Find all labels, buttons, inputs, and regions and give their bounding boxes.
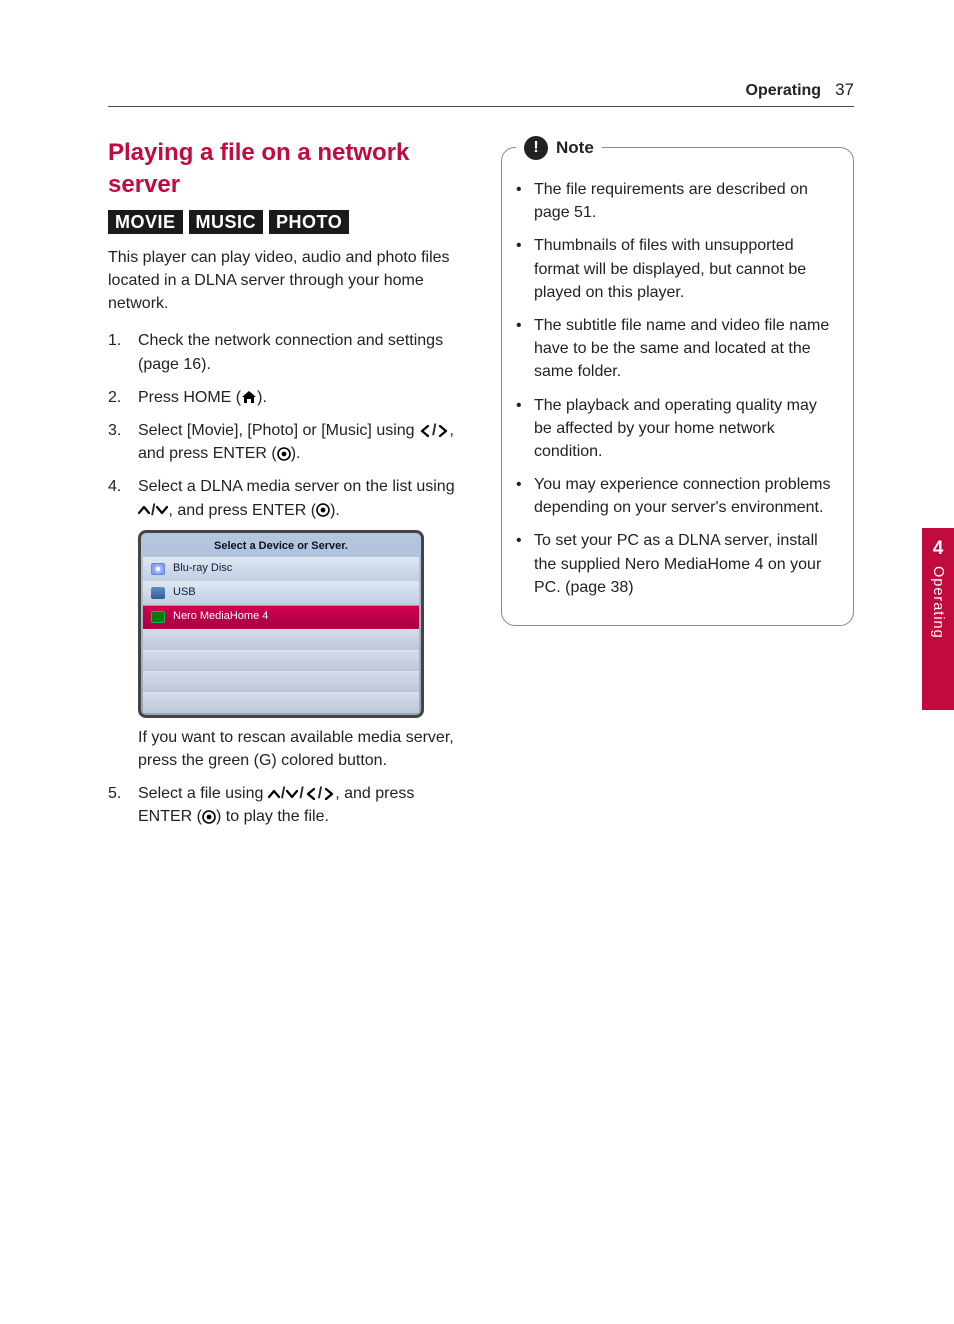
right-column: ! Note •The file requirements are descri… bbox=[501, 137, 854, 839]
enter-icon bbox=[202, 810, 216, 824]
screen-row-empty bbox=[143, 671, 419, 692]
left-column: Playing a file on a network server MOVIE… bbox=[108, 137, 461, 839]
enter-icon bbox=[277, 447, 291, 461]
step-text: Check the network connection and setting… bbox=[138, 329, 461, 375]
note-list: •The file requirements are described on … bbox=[516, 178, 839, 599]
bullet-icon: • bbox=[516, 234, 524, 304]
row-label: Blu-ray Disc bbox=[173, 561, 232, 577]
screen-title: Select a Device or Server. bbox=[143, 535, 419, 557]
tag-photo: PHOTO bbox=[269, 210, 349, 234]
step-1: 1. Check the network connection and sett… bbox=[108, 329, 461, 375]
note-item: •Thumbnails of files with unsupported fo… bbox=[516, 234, 839, 304]
note-item: •You may experience connection problems … bbox=[516, 473, 839, 519]
text-fragment: ). bbox=[330, 502, 340, 519]
step-4: 4. Select a DLNA media server on the lis… bbox=[108, 475, 461, 772]
device-selector-screenshot: Select a Device or Server. Blu-ray Disc … bbox=[138, 530, 424, 718]
step-number: 4. bbox=[108, 475, 126, 772]
bullet-icon: • bbox=[516, 473, 524, 519]
text-fragment: ). bbox=[291, 445, 301, 462]
row-label: Nero MediaHome 4 bbox=[173, 609, 268, 625]
chapter-side-tab: 4 Operating bbox=[922, 528, 954, 710]
note-box: ! Note •The file requirements are descri… bbox=[501, 147, 854, 626]
note-item: •To set your PC as a DLNA server, instal… bbox=[516, 529, 839, 599]
bullet-icon: • bbox=[516, 314, 524, 384]
step-number: 5. bbox=[108, 782, 126, 829]
step-2: 2. Press HOME (). bbox=[108, 386, 461, 409]
enter-icon bbox=[316, 503, 330, 517]
text-fragment: Select [Movie], [Photo] or [Music] using bbox=[138, 422, 419, 439]
bullet-icon: • bbox=[516, 529, 524, 599]
step-subtext: If you want to rescan available media se… bbox=[138, 726, 461, 772]
text-fragment: ). bbox=[257, 389, 267, 406]
note-item: •The file requirements are described on … bbox=[516, 178, 839, 224]
step-5: 5. Select a file using ///, and press EN… bbox=[108, 782, 461, 829]
section-title: Playing a file on a network server bbox=[108, 137, 461, 202]
text-fragment: Select a DLNA media server on the list u… bbox=[138, 478, 455, 495]
screen-row-empty bbox=[143, 650, 419, 671]
text-fragment: , and press ENTER ( bbox=[168, 502, 316, 519]
step-text: Press HOME (). bbox=[138, 386, 461, 409]
note-badge-icon: ! bbox=[524, 136, 548, 160]
note-text: The file requirements are described on p… bbox=[534, 178, 839, 224]
note-item: •The subtitle file name and video file n… bbox=[516, 314, 839, 384]
note-header: ! Note bbox=[516, 136, 602, 160]
row-label: USB bbox=[173, 585, 196, 601]
content-columns: Playing a file on a network server MOVIE… bbox=[108, 137, 854, 839]
note-text: The playback and operating quality may b… bbox=[534, 394, 839, 464]
bullet-icon: • bbox=[516, 394, 524, 464]
side-tab-label: Operating bbox=[930, 566, 946, 639]
all-arrows-icon: /// bbox=[268, 782, 335, 805]
bullet-icon: • bbox=[516, 178, 524, 224]
disc-icon bbox=[151, 563, 165, 575]
note-title: Note bbox=[556, 138, 594, 158]
step-text: Select a DLNA media server on the list u… bbox=[138, 475, 461, 772]
note-item: •The playback and operating quality may … bbox=[516, 394, 839, 464]
left-right-arrows-icon: / bbox=[419, 419, 449, 442]
note-text: Thumbnails of files with unsupported for… bbox=[534, 234, 839, 304]
screen-row-selected: Nero MediaHome 4 bbox=[143, 605, 419, 629]
note-text: You may experience connection problems d… bbox=[534, 473, 839, 519]
page-header: Operating 37 bbox=[108, 80, 854, 107]
text-fragment: ) to play the file. bbox=[216, 808, 329, 825]
step-number: 1. bbox=[108, 329, 126, 375]
server-icon bbox=[151, 611, 165, 623]
up-down-arrows-icon: / bbox=[138, 499, 168, 522]
screen-row-empty bbox=[143, 629, 419, 650]
manual-page: Operating 37 Playing a file on a network… bbox=[0, 0, 954, 899]
step-text: Select [Movie], [Photo] or [Music] using… bbox=[138, 419, 461, 466]
screen-row: Blu-ray Disc bbox=[143, 557, 419, 581]
step-text: Select a file using ///, and press ENTER… bbox=[138, 782, 461, 829]
step-number: 3. bbox=[108, 419, 126, 466]
note-text: To set your PC as a DLNA server, install… bbox=[534, 529, 839, 599]
step-3: 3. Select [Movie], [Photo] or [Music] us… bbox=[108, 419, 461, 466]
text-fragment: Press HOME ( bbox=[138, 389, 241, 406]
text-fragment: Select a file using bbox=[138, 785, 268, 802]
step-number: 2. bbox=[108, 386, 126, 409]
header-page-number: 37 bbox=[835, 80, 854, 100]
media-tags: MOVIE MUSIC PHOTO bbox=[108, 210, 461, 234]
home-icon bbox=[241, 390, 257, 404]
tag-music: MUSIC bbox=[189, 210, 264, 234]
note-text: The subtitle file name and video file na… bbox=[534, 314, 839, 384]
tag-movie: MOVIE bbox=[108, 210, 183, 234]
screen-row: USB bbox=[143, 581, 419, 605]
screen-row-empty bbox=[143, 692, 419, 713]
usb-icon bbox=[151, 587, 165, 599]
intro-text: This player can play video, audio and ph… bbox=[108, 246, 461, 316]
steps-list: 1. Check the network connection and sett… bbox=[108, 329, 461, 828]
header-section: Operating bbox=[746, 82, 822, 100]
side-tab-chapter-number: 4 bbox=[933, 538, 944, 560]
